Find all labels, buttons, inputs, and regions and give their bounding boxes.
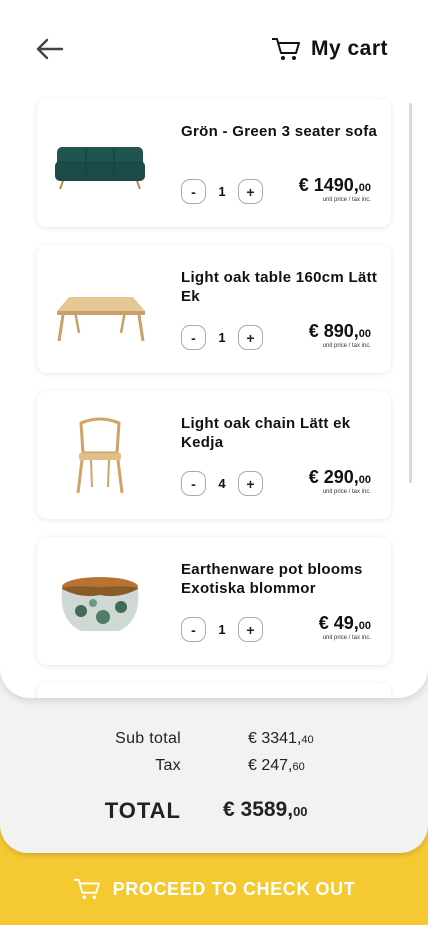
item-price: € 890,00 unit price / tax inc. (308, 321, 371, 349)
sofa-image (55, 147, 145, 190)
subtotal-value: € 3341,40 (248, 730, 314, 747)
item-name: Light oak table 160cm Lätt Ek (181, 269, 378, 305)
cart-icon (271, 38, 300, 60)
decrease-button[interactable]: - (181, 471, 206, 496)
item-name: Light oak chain Lätt ek Kedja (181, 415, 351, 451)
price-note: unit price / tax inc. (322, 197, 371, 203)
decrease-button[interactable]: - (181, 617, 206, 642)
pot-image (61, 577, 139, 631)
increase-button[interactable]: + (238, 471, 263, 496)
quantity-value: 4 (218, 476, 226, 491)
table-image (57, 297, 145, 342)
item-name: Earthenware pot blooms Exotiska blommor (181, 561, 363, 597)
page-title: My cart (310, 37, 388, 60)
subtotal-row: Sub total € 3341,40 (0, 730, 428, 754)
tax-row: Tax € 247,60 (0, 757, 428, 781)
cart-item: Light oak chain Lätt ek Kedja - 4 + € 29… (37, 391, 391, 519)
checkout-button[interactable]: PROCEED TO CHECK OUT (0, 853, 428, 925)
item-name: Grön - Green 3 seater sofa (181, 123, 378, 140)
cart-item: Light oak table 160cm Lätt Ek - 1 + € 89… (37, 245, 391, 373)
item-price: € 1490,00 unit price / tax inc. (298, 175, 371, 203)
quantity-value: 1 (218, 330, 226, 345)
page-header: My cart (271, 36, 388, 62)
increase-button[interactable]: + (238, 179, 263, 204)
quantity-stepper: - 1 + (181, 617, 263, 642)
item-price: € 290,00 unit price / tax inc. (308, 467, 371, 495)
quantity-stepper: - 1 + (181, 179, 263, 204)
quantity-stepper: - 4 + (181, 471, 263, 496)
scrollbar[interactable] (409, 103, 412, 483)
increase-button[interactable]: + (238, 325, 263, 350)
decrease-button[interactable]: - (181, 179, 206, 204)
checkout-label: PROCEED TO CHECK OUT (112, 878, 356, 899)
cart-item: Earthenware pot blooms Exotiska blommor … (37, 537, 391, 665)
cart-panel: My cart Grön - Green 3 seater sofa - 1 +… (0, 0, 428, 698)
quantity-value: 1 (218, 622, 226, 637)
price-note: unit price / tax inc. (322, 635, 371, 641)
total-value: € 3589,00 (223, 798, 308, 821)
decrease-button[interactable]: - (181, 325, 206, 350)
chair-image (76, 417, 124, 494)
item-price: € 49,00 unit price / tax inc. (318, 613, 371, 641)
cart-item: Grön - Green 3 seater sofa - 1 + € 1490,… (37, 99, 391, 227)
tax-value: € 247,60 (248, 757, 305, 774)
price-note: unit price / tax inc. (322, 343, 371, 349)
cart-item-partial (37, 683, 391, 698)
quantity-value: 1 (218, 184, 226, 199)
tax-label: Tax (155, 757, 181, 774)
cart-item-list: Grön - Green 3 seater sofa - 1 + € 1490,… (37, 99, 391, 698)
total-label: TOTAL (104, 798, 181, 823)
price-note: unit price / tax inc. (322, 489, 371, 495)
subtotal-label: Sub total (115, 730, 181, 747)
total-row: TOTAL € 3589,00 (0, 798, 428, 823)
quantity-stepper: - 1 + (181, 325, 263, 350)
back-arrow-icon[interactable] (34, 36, 64, 62)
increase-button[interactable]: + (238, 617, 263, 642)
cart-icon (73, 878, 100, 900)
